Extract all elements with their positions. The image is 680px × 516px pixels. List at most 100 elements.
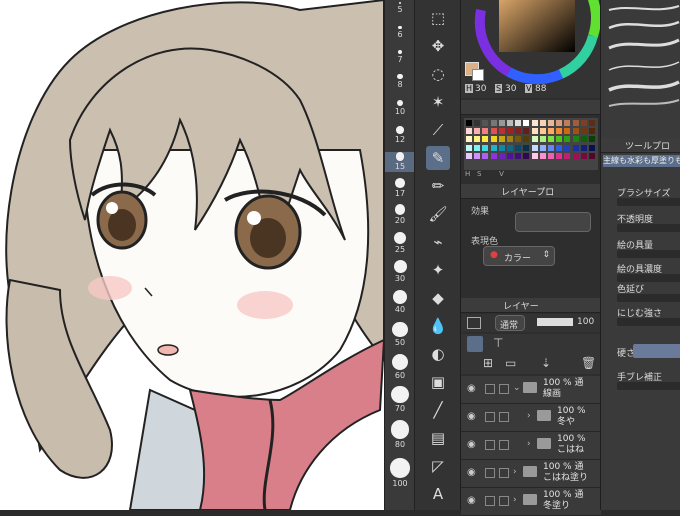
- layer-row[interactable]: ◉ › 100 % こはね: [461, 432, 601, 460]
- eye-icon[interactable]: ◉: [467, 439, 476, 450]
- layer-row[interactable]: ◉ ⌄ 100 % 通線画: [461, 376, 601, 404]
- tool-prop-slider[interactable]: [617, 224, 680, 232]
- decoration-tool-icon[interactable]: ✦: [426, 258, 450, 282]
- lasso-tool-icon[interactable]: ◌: [426, 62, 450, 86]
- eye-icon[interactable]: ◉: [467, 495, 476, 506]
- color-swatch[interactable]: [482, 144, 489, 151]
- brush-size-40[interactable]: 40: [385, 290, 415, 315]
- color-swatch[interactable]: [556, 128, 563, 135]
- tool-prop-slider[interactable]: [617, 294, 680, 302]
- move-tool-icon[interactable]: ✥: [426, 34, 450, 58]
- color-swatch[interactable]: [572, 144, 579, 151]
- transform-tool-icon[interactable]: ⬚: [426, 6, 450, 30]
- color-swatch[interactable]: [474, 120, 481, 126]
- effect-buttons[interactable]: [515, 212, 591, 232]
- color-swatch[interactable]: [531, 136, 538, 143]
- color-swatch[interactable]: [580, 128, 587, 135]
- color-swatch[interactable]: [498, 152, 505, 159]
- chevron-right-icon[interactable]: ›: [527, 411, 531, 421]
- eye-icon[interactable]: ◉: [467, 467, 476, 478]
- color-swatch[interactable]: [572, 152, 579, 159]
- color-swatch[interactable]: [539, 128, 546, 135]
- color-swatch[interactable]: [482, 120, 489, 126]
- color-swatch[interactable]: [466, 152, 472, 159]
- clip-checkbox[interactable]: [499, 496, 509, 506]
- color-swatch[interactable]: [564, 128, 571, 135]
- gradient-tool-icon[interactable]: ▣: [426, 370, 450, 394]
- delete-layer-icon[interactable]: 🗑: [581, 356, 596, 370]
- layer-ref-button[interactable]: [467, 336, 483, 352]
- color-swatch[interactable]: [482, 128, 489, 135]
- layer-row[interactable]: ◉ › 100 % 通こはね塗り: [461, 460, 601, 488]
- pin-icon[interactable]: ⊤: [493, 336, 503, 350]
- text-tool-icon[interactable]: A: [426, 482, 450, 506]
- layer-tab[interactable]: レイヤー: [503, 299, 539, 312]
- color-swatch[interactable]: [589, 152, 595, 159]
- color-swatch[interactable]: [589, 136, 595, 143]
- brush-size-20[interactable]: 20: [385, 204, 415, 226]
- chevron-right-icon[interactable]: ›: [513, 467, 517, 477]
- color-swatch[interactable]: [531, 144, 538, 151]
- new-folder-icon[interactable]: ▭: [505, 356, 516, 370]
- brush-size-15[interactable]: 15: [385, 152, 415, 172]
- color-swatch[interactable]: [539, 136, 546, 143]
- color-swatch[interactable]: [466, 136, 472, 143]
- color-swatch[interactable]: [539, 144, 546, 151]
- brush-size-10[interactable]: 10: [385, 100, 415, 117]
- brush-size-17[interactable]: 17: [385, 178, 415, 199]
- color-swatch[interactable]: [515, 128, 522, 135]
- color-swatch[interactable]: [589, 128, 595, 135]
- color-swatch[interactable]: [580, 136, 587, 143]
- layer-property-tab[interactable]: レイヤープロ: [501, 185, 554, 198]
- fill-tool-icon[interactable]: ◐: [426, 342, 450, 366]
- lock-checkbox[interactable]: [485, 412, 495, 422]
- color-swatch[interactable]: [523, 128, 530, 135]
- chevron-down-icon[interactable]: ⌄: [513, 383, 521, 393]
- hsv-value-s[interactable]: 30: [505, 84, 516, 94]
- eye-icon[interactable]: ◉: [467, 411, 476, 422]
- new-layer-icon[interactable]: ⊞: [483, 356, 493, 370]
- eye-icon[interactable]: ◉: [467, 383, 476, 394]
- brush-tool-icon[interactable]: 🖌: [426, 202, 450, 226]
- color-swatch[interactable]: [515, 120, 522, 126]
- color-swatch[interactable]: [498, 136, 505, 143]
- tool-prop-slider[interactable]: [617, 250, 680, 258]
- color-swatch[interactable]: [515, 136, 522, 143]
- tool-prop-slider[interactable]: [617, 318, 680, 326]
- color-swatch[interactable]: [580, 120, 587, 126]
- chevron-right-icon[interactable]: ›: [527, 439, 531, 449]
- color-swatch[interactable]: [474, 152, 481, 159]
- color-swatch[interactable]: [490, 136, 497, 143]
- brush-size-60[interactable]: 60: [385, 354, 415, 381]
- pencil-tool-icon[interactable]: ✏: [426, 174, 450, 198]
- color-swatch[interactable]: [548, 152, 554, 159]
- color-swatch[interactable]: [466, 128, 472, 135]
- color-swatch[interactable]: [498, 144, 505, 151]
- color-swatch[interactable]: [523, 136, 530, 143]
- sub-color-swatch[interactable]: [472, 69, 484, 81]
- color-swatch[interactable]: [507, 120, 513, 126]
- color-swatch[interactable]: [490, 120, 497, 126]
- color-swatch[interactable]: [548, 144, 554, 151]
- color-swatch[interactable]: [490, 144, 497, 151]
- lock-checkbox[interactable]: [485, 384, 495, 394]
- color-swatch[interactable]: [474, 128, 481, 135]
- tool-prop-slider[interactable]: [633, 344, 680, 358]
- color-swatch[interactable]: [523, 144, 530, 151]
- color-set-palette[interactable]: [464, 118, 598, 170]
- clip-checkbox[interactable]: [499, 440, 509, 450]
- color-swatch[interactable]: [589, 120, 595, 126]
- color-swatch[interactable]: [556, 152, 563, 159]
- color-swatch[interactable]: [490, 152, 497, 159]
- brush-size-80[interactable]: 80: [385, 420, 415, 450]
- color-swatch[interactable]: [548, 120, 554, 126]
- color-swatch[interactable]: [523, 152, 530, 159]
- blend-tool-icon[interactable]: 💧: [426, 314, 450, 338]
- lock-checkbox[interactable]: [485, 440, 495, 450]
- color-swatch[interactable]: [539, 120, 546, 126]
- hsv-value-h[interactable]: 30: [475, 84, 486, 94]
- tool-prop-slider[interactable]: [617, 198, 680, 206]
- pen-tool-icon[interactable]: ✎: [426, 146, 450, 170]
- brush-size-30[interactable]: 30: [385, 260, 415, 284]
- color-swatch[interactable]: [498, 128, 505, 135]
